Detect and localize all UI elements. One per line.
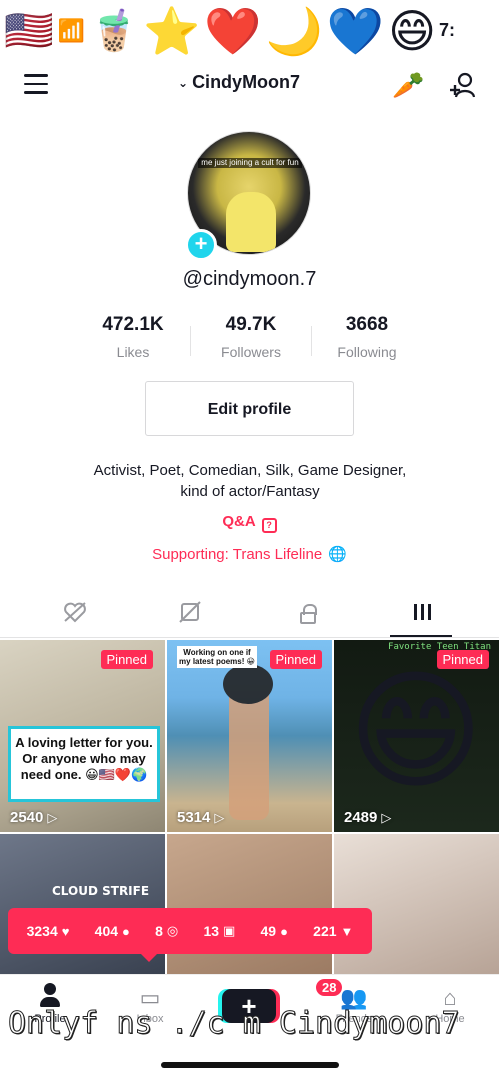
- red-heart-emoji: ❤️: [204, 5, 262, 57]
- video-thumbnail[interactable]: Pinned A loving letter for you. Or anyon…: [0, 640, 165, 832]
- view-count-value: 5314: [177, 809, 211, 826]
- stat-divider: [311, 326, 312, 356]
- video-subject: [223, 664, 273, 820]
- following-label: Following: [337, 344, 397, 360]
- profile-icon: [39, 983, 61, 1007]
- status-bar: 🇺🇸 📶 🧋 ⭐ ❤️ 🌙 💙 😄 7:: [0, 0, 499, 62]
- heart-icon: [64, 602, 86, 623]
- followers-label: Followers: [221, 344, 281, 360]
- supporting-label: Supporting: Trans Lifeline: [152, 546, 323, 563]
- bubble-tea-emoji: 🧋: [89, 9, 140, 53]
- following-count: 3668: [345, 314, 389, 335]
- tab-reposts[interactable]: [170, 600, 210, 630]
- comment-icon: ●: [122, 923, 130, 939]
- popup-pointer: [139, 952, 159, 962]
- bio: Activist, Poet, Comedian, Silk, Game Des…: [40, 460, 460, 502]
- qa-link[interactable]: Q&A?: [0, 513, 499, 533]
- smile-emoji: 😄: [348, 658, 484, 804]
- following-stat[interactable]: 3668 Following: [312, 314, 422, 360]
- view-count: 2489 ▷: [344, 809, 391, 826]
- qa-icon: ?: [261, 518, 277, 533]
- profile-handle: @cindymoon.7: [182, 268, 317, 290]
- username-label: CindyMoon7: [192, 72, 301, 92]
- us-flag-emoji: 🇺🇸: [4, 9, 54, 53]
- add-friend-icon[interactable]: [448, 70, 478, 100]
- video-overlay-text: Working on one if my latest poems! 😀: [177, 646, 257, 668]
- add-avatar-button[interactable]: +: [185, 229, 217, 261]
- view-count-value: 2540: [10, 809, 44, 826]
- wifi-icon: 📶: [57, 18, 86, 43]
- globe-icon: 🌐: [328, 546, 347, 563]
- star-emoji: ⭐: [143, 5, 201, 57]
- stat-value: 49: [260, 923, 277, 939]
- view-count-value: 2489: [344, 809, 378, 826]
- stat-value: 404: [94, 923, 119, 939]
- heart-icon: ♥: [61, 923, 70, 939]
- question-icon: ▣: [223, 923, 236, 938]
- followers-stat[interactable]: 49.7K Followers: [196, 314, 306, 360]
- followers-count: 49.7K: [225, 314, 277, 335]
- pinned-badge: Pinned: [269, 650, 322, 669]
- active-tab-indicator: [390, 635, 452, 637]
- tab-liked[interactable]: [55, 600, 95, 630]
- watermark-text: Onlyf ns ./c m Cindymoon7: [8, 1006, 461, 1042]
- play-icon: ▷: [381, 810, 392, 825]
- carrot-icon[interactable]: 🥕: [392, 70, 424, 101]
- video-stats-popup[interactable]: 3234 ♥ 404 ● 8 ◎ 13 ▣ 49 ● 221 ▼: [8, 908, 372, 954]
- likes-label: Likes: [116, 344, 150, 360]
- supporting-link[interactable]: Supporting: Trans Lifeline 🌐: [0, 545, 499, 563]
- stat-value: 221: [313, 923, 337, 939]
- stat-views: 221 ▼: [313, 923, 353, 939]
- stat-comments: 404 ●: [95, 923, 130, 939]
- arrow-icon: ▼: [340, 923, 354, 939]
- qa-label: Q&A: [222, 513, 256, 530]
- likes-stat[interactable]: 472.1K Likes: [78, 314, 188, 360]
- blue-heart-emoji: 💙: [326, 5, 385, 57]
- tab-videos[interactable]: [402, 600, 442, 630]
- smile-emoji: 😄: [388, 5, 437, 57]
- chevron-down-icon: ⌄: [178, 75, 189, 90]
- stat-value: 13: [203, 923, 220, 939]
- tab-private[interactable]: [288, 600, 328, 630]
- play-icon: ▷: [214, 810, 225, 825]
- lock-icon: [300, 604, 317, 624]
- profile-header: ⌄ CindyMoon7 🥕: [0, 62, 499, 108]
- stat-likes: 3234 ♥: [27, 923, 70, 939]
- video-thumbnail[interactable]: Favorite Teen Titan Pinned 😄 2489 ▷: [334, 640, 499, 832]
- stat-value: 3234: [26, 923, 58, 939]
- view-count: 2540 ▷: [10, 809, 57, 826]
- avatar-figure: [226, 192, 276, 252]
- stat-saves: 8 ◎: [155, 923, 178, 939]
- bio-line: kind of actor/Fantasy: [180, 483, 320, 500]
- home-indicator[interactable]: [161, 1062, 339, 1068]
- stat-followers: 49 ●: [261, 923, 288, 939]
- status-time: 7:: [438, 20, 455, 40]
- grid-icon: [413, 604, 431, 620]
- video-overlay-text: A loving letter for you. Or anyone who m…: [8, 726, 160, 802]
- view-count: 5314 ▷: [177, 809, 224, 826]
- likes-count: 472.1K: [102, 314, 164, 335]
- pinned-badge: Pinned: [100, 650, 153, 669]
- username-switcher[interactable]: ⌄ CindyMoon7: [178, 72, 300, 93]
- moon-emoji: 🌙: [265, 5, 323, 57]
- friends-count-badge: 28: [316, 979, 343, 996]
- stat-questions: 13 ▣: [203, 923, 235, 939]
- person-icon: ●: [280, 923, 288, 939]
- play-icon: ▷: [47, 810, 58, 825]
- avatar-caption: me just joining a cult for fun: [198, 158, 302, 168]
- video-thumbnail[interactable]: Working on one if my latest poems! 😀 Pin…: [167, 640, 332, 832]
- video-overlay-text: CLOUD STRIFE: [52, 884, 150, 898]
- menu-icon[interactable]: [24, 74, 48, 94]
- stat-divider: [190, 326, 191, 356]
- content-tabs: [0, 592, 499, 638]
- bio-line: Activist, Poet, Comedian, Silk, Game Des…: [93, 462, 407, 479]
- at-icon: ◎: [166, 923, 179, 938]
- stat-value: 8: [155, 923, 163, 939]
- repost-icon: [179, 601, 201, 623]
- edit-profile-button[interactable]: Edit profile: [145, 381, 354, 436]
